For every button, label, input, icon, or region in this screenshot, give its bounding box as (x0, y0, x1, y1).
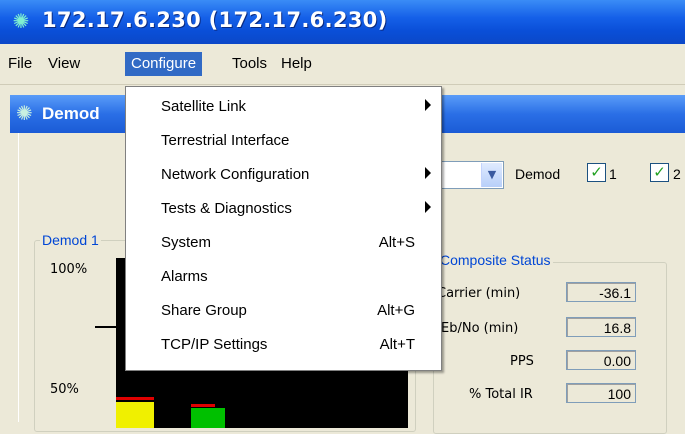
level-marker (95, 326, 117, 328)
pps-value: 0.00 (566, 350, 636, 370)
window-title: 172.17.6.230 (172.17.6.230) (42, 8, 388, 32)
menu-item-label: Satellite Link (161, 98, 247, 115)
network-globe-icon: ✺ (16, 101, 33, 125)
demod-1-checkbox-label: 1 (609, 166, 617, 182)
pps-label: PPS (510, 354, 534, 369)
menu-help[interactable]: Help (275, 52, 318, 76)
total-ir-value: 100 (566, 383, 636, 403)
menu-item-tcpip-settings[interactable]: TCP/IP Settings Alt+T (126, 328, 441, 362)
demod-label: Demod (515, 166, 561, 182)
demod-window-title: Demod (42, 104, 100, 123)
demod-select[interactable]: ▼ (440, 161, 504, 189)
level-bar-1 (116, 402, 154, 428)
menu-item-label: Terrestrial Interface (161, 132, 290, 149)
configure-dropdown-menu: Satellite Link Terrestrial Interface Net… (125, 86, 442, 371)
menu-item-network-configuration[interactable]: Network Configuration (126, 158, 441, 192)
menu-item-label: Share Group (161, 302, 247, 319)
ebno-min-label: Eb/No (min) (441, 321, 519, 336)
threshold-line-2 (191, 404, 215, 407)
demod-1-group-title: Demod 1 (40, 232, 101, 248)
menu-item-system[interactable]: System Alt+S (126, 226, 441, 260)
menu-item-terrestrial-interface[interactable]: Terrestrial Interface (126, 124, 441, 158)
menu-item-shortcut: Alt+G (377, 302, 415, 319)
submenu-arrow-icon (425, 201, 431, 213)
level-bar-2 (191, 408, 225, 428)
tick-50-label: 50% (50, 382, 79, 397)
menu-item-alarms[interactable]: Alarms (126, 260, 441, 294)
threshold-line-1 (116, 397, 154, 400)
network-globe-icon: ✺ (12, 9, 30, 33)
tick-100-label: 100% (50, 262, 88, 277)
composite-status-title: Composite Status (438, 252, 553, 268)
menu-tools[interactable]: Tools (226, 52, 273, 76)
menu-item-shortcut: Alt+T (379, 336, 415, 353)
carrier-min-value: -36.1 (566, 282, 636, 302)
menu-item-shortcut: Alt+S (378, 234, 415, 251)
menu-item-label: Tests & Diagnostics (161, 200, 292, 217)
submenu-arrow-icon (425, 167, 431, 179)
ebno-min-value: 16.8 (566, 317, 636, 337)
menu-item-share-group[interactable]: Share Group Alt+G (126, 294, 441, 328)
menu-view[interactable]: View (42, 52, 86, 76)
demod-2-checkbox-label: 2 (673, 166, 681, 182)
window-title-bar[interactable]: ✺ 172.17.6.230 (172.17.6.230) (0, 0, 685, 44)
menu-bar: File View Configure Tools Help (0, 44, 685, 85)
submenu-arrow-icon (425, 99, 431, 111)
demod-1-checkbox[interactable]: ✓ (587, 163, 606, 182)
total-ir-label: % Total IR (469, 387, 533, 402)
menu-file[interactable]: File (2, 52, 38, 76)
menu-item-label: TCP/IP Settings (161, 336, 268, 353)
demod-2-checkbox[interactable]: ✓ (650, 163, 669, 182)
carrier-min-label: Carrier (min) (437, 286, 521, 301)
menu-item-label: Alarms (161, 268, 208, 285)
chevron-down-icon[interactable]: ▼ (481, 163, 502, 187)
menu-configure[interactable]: Configure (125, 52, 203, 76)
menu-item-satellite-link[interactable]: Satellite Link (126, 90, 441, 124)
menu-item-label: System (161, 234, 212, 251)
menu-item-tests-diagnostics[interactable]: Tests & Diagnostics (126, 192, 441, 226)
menu-item-label: Network Configuration (161, 166, 310, 183)
